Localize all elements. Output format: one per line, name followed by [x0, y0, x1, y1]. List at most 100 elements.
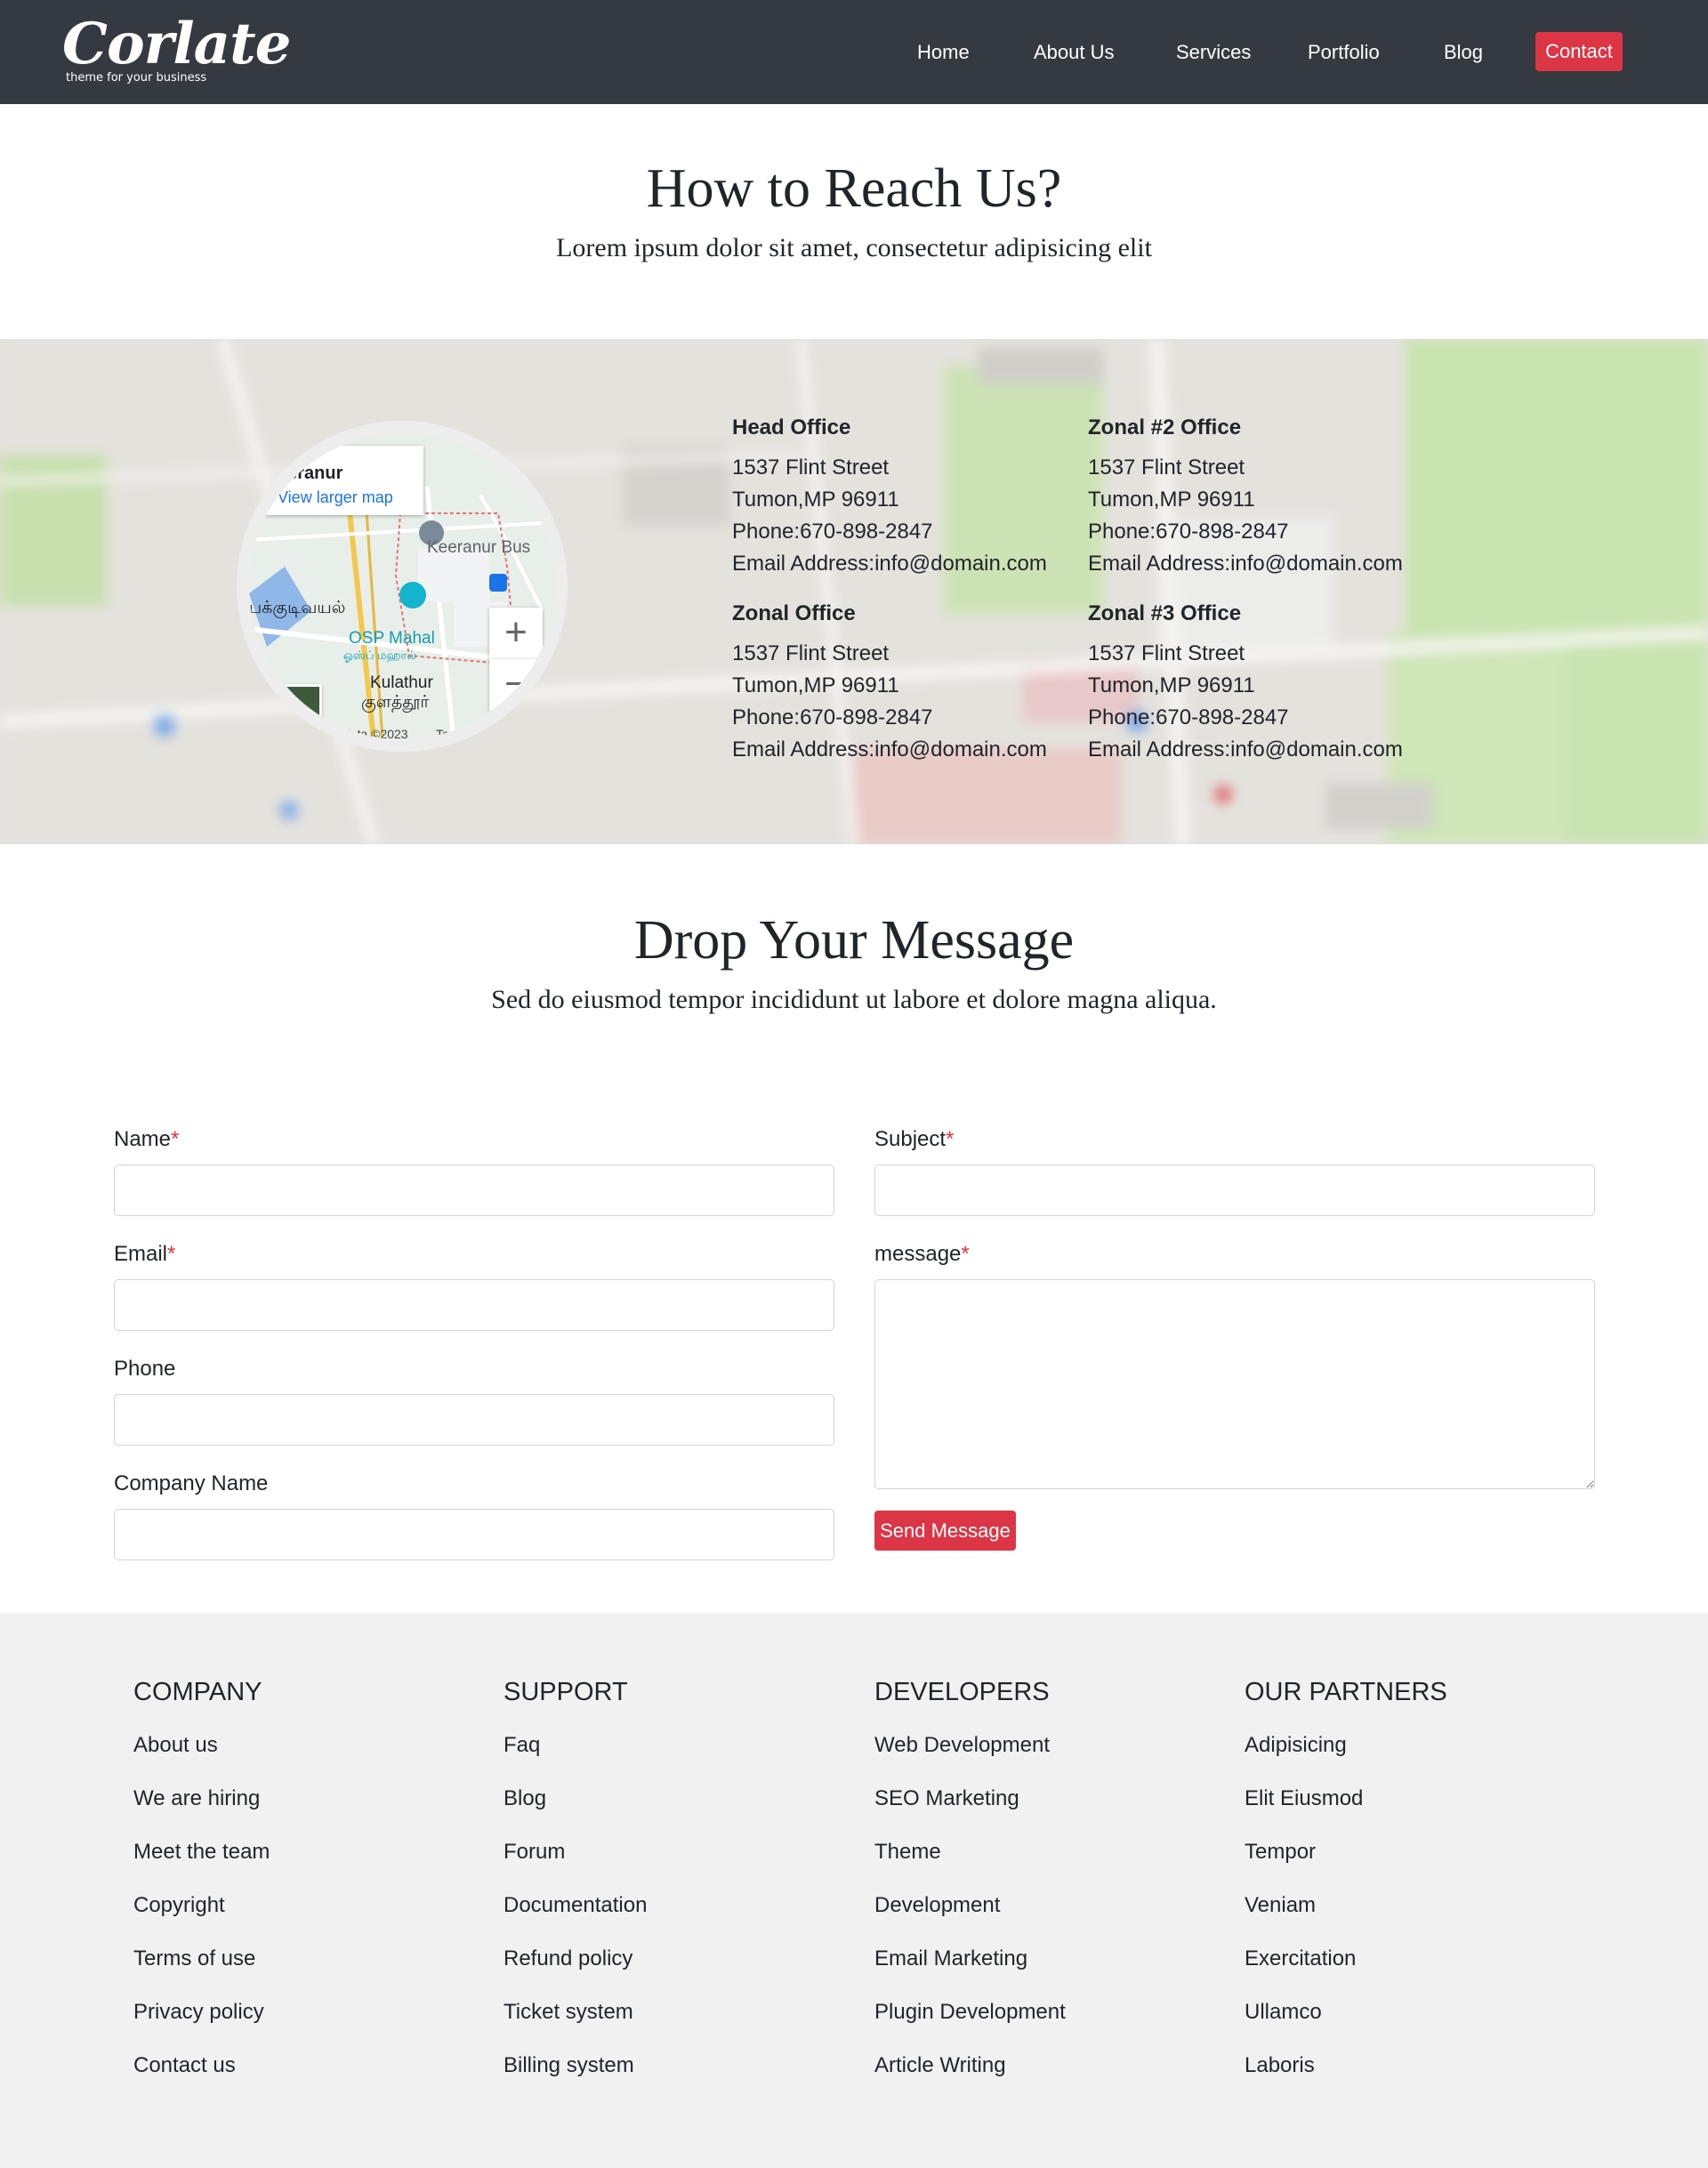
footer-link[interactable]: Ullamco	[1245, 1999, 1322, 2026]
footer-link[interactable]: Exercitation	[1245, 1946, 1356, 1972]
office-zonal3-name: Zonal #3 Office	[1088, 601, 1242, 625]
required-mark: *	[167, 1242, 176, 1266]
map-zoom-in-button[interactable]: +	[489, 608, 543, 659]
office-zonal2-name: Zonal #2 Office	[1088, 415, 1242, 439]
office-zonal3-email: Email Address:info@domain.com	[1088, 737, 1403, 762]
office-zonal-phone: Phone:670-898-2847	[732, 705, 933, 729]
office-zonal2-street: 1537 Flint Street	[1088, 455, 1245, 480]
footer-link[interactable]: Tempor	[1245, 1839, 1316, 1866]
footer-link[interactable]: Adipisicing	[1245, 1732, 1347, 1759]
office-zonal2-email: Email Address:info@domain.com	[1088, 552, 1403, 576]
company-label: Company Name	[114, 1471, 268, 1497]
map-label-osp: OSP Mahal	[349, 629, 435, 648]
phone-label: Phone	[114, 1356, 175, 1382]
office-head-street: 1537 Flint Street	[732, 455, 890, 480]
map-zoom-out-button[interactable]: −	[489, 659, 543, 711]
reach-title: How to Reach Us?	[646, 158, 1062, 219]
subject-label: Subject*	[874, 1126, 954, 1153]
brand-logo[interactable]: Corlate theme for your business	[62, 12, 291, 87]
office-zonal-city: Tumon,MP 96911	[732, 673, 899, 697]
phone-input[interactable]	[114, 1394, 834, 1446]
footer-heading-developers: DEVELOPERS	[874, 1678, 1050, 1706]
company-input[interactable]	[114, 1509, 834, 1560]
footer-link[interactable]: Forum	[504, 1839, 565, 1866]
footer-link[interactable]: Email Marketing	[874, 1946, 1027, 1972]
footer-link[interactable]: Theme	[874, 1839, 941, 1866]
message-subtitle: Sed do eiusmod tempor incididunt ut labo…	[491, 985, 1217, 1014]
embedded-map[interactable]: eeranur View larger map Keeranur Bus பக்…	[237, 421, 568, 752]
map-label-kulathur: Kulathur	[370, 673, 433, 692]
email-label-text: Email	[114, 1242, 168, 1266]
phone-label-text: Phone	[114, 1357, 176, 1381]
office-head-email: Email Address:info@domain.com	[732, 552, 1047, 576]
nav-contact-active[interactable]: Contact	[1535, 32, 1623, 71]
subject-label-text: Subject	[874, 1127, 947, 1151]
message-textarea[interactable]	[874, 1279, 1595, 1489]
view-larger-map-link[interactable]: View larger map	[278, 488, 393, 507]
name-label: Name*	[114, 1126, 179, 1153]
footer-link[interactable]: Privacy policy	[133, 1999, 264, 2026]
footer-link[interactable]: Development	[874, 1892, 1000, 1919]
required-mark: *	[171, 1127, 180, 1151]
office-zonal3-phone: Phone:670-898-2847	[1088, 705, 1289, 729]
footer-heading-company: COMPANY	[133, 1678, 262, 1706]
name-label-text: Name	[114, 1127, 172, 1151]
logo-tagline: theme for your business	[66, 71, 207, 85]
office-head-city: Tumon,MP 96911	[732, 488, 899, 512]
footer-link[interactable]: Meet the team	[133, 1839, 270, 1866]
footer-heading-partners: OUR PARTNERS	[1245, 1678, 1447, 1706]
footer-link[interactable]: Terms of use	[133, 1946, 255, 1972]
message-label: message*	[874, 1241, 970, 1268]
map-satellite-toggle[interactable]	[270, 684, 322, 736]
map-terms-link[interactable]: Terr	[436, 727, 457, 739]
office-zonal3-street: 1537 Flint Street	[1088, 641, 1245, 665]
company-label-text: Company Name	[114, 1471, 269, 1495]
footer-link[interactable]: Plugin Development	[874, 1999, 1066, 2026]
map-place-name: eeranur	[278, 463, 343, 483]
subject-input[interactable]	[874, 1165, 1595, 1216]
office-zonal2-phone: Phone:670-898-2847	[1088, 520, 1289, 544]
nav-about-us[interactable]: About Us	[1034, 41, 1115, 64]
footer-heading-support: SUPPORT	[504, 1678, 628, 1706]
send-message-button[interactable]: Send Message	[874, 1511, 1016, 1551]
office-zonal2-city: Tumon,MP 96911	[1088, 488, 1255, 512]
message-label-text: message	[874, 1242, 962, 1266]
footer-link[interactable]: Billing system	[504, 2052, 634, 2079]
name-input[interactable]	[114, 1165, 834, 1216]
nav-services[interactable]: Services	[1176, 41, 1251, 64]
footer-link[interactable]: Laboris	[1245, 2052, 1315, 2079]
office-zonal-email: Email Address:info@domain.com	[732, 737, 1047, 762]
office-zonal3-city: Tumon,MP 96911	[1088, 673, 1255, 697]
email-input[interactable]	[114, 1279, 834, 1331]
footer: COMPANY About us We are hiring Meet the …	[0, 1613, 1708, 2168]
office-head-name: Head Office	[732, 415, 851, 439]
message-title: Drop Your Message	[633, 910, 1075, 971]
nav-home[interactable]: Home	[917, 41, 970, 64]
map-label-osp-tamil: ஓஸ்ப் மஹால்	[343, 649, 417, 662]
footer-link[interactable]: Faq	[504, 1732, 540, 1759]
footer-link[interactable]: Copyright	[133, 1892, 225, 1919]
required-mark: *	[961, 1242, 970, 1266]
footer-link[interactable]: About us	[133, 1732, 218, 1759]
footer-link[interactable]: Ticket system	[504, 1999, 633, 2026]
footer-link[interactable]: Article Writing	[874, 2052, 1006, 2079]
footer-link[interactable]: SEO Marketing	[874, 1785, 1019, 1812]
map-place-card: eeranur View larger map	[262, 446, 423, 515]
footer-link[interactable]: Documentation	[504, 1892, 647, 1919]
footer-link[interactable]: We are hiring	[133, 1785, 260, 1812]
footer-link[interactable]: Veniam	[1245, 1892, 1316, 1919]
footer-link[interactable]: Elit Eiusmod	[1245, 1785, 1363, 1812]
footer-link[interactable]: Contact us	[133, 2052, 236, 2079]
footer-link[interactable]: Blog	[504, 1785, 546, 1812]
office-zonal-name: Zonal Office	[732, 601, 856, 625]
office-zonal-street: 1537 Flint Street	[732, 641, 890, 665]
map-label-kulathur-tamil: குளத்தூர்	[361, 693, 430, 712]
footer-link[interactable]: Refund policy	[504, 1946, 632, 1972]
navbar: Corlate theme for your business Home Abo…	[0, 0, 1708, 104]
nav-portfolio[interactable]: Portfolio	[1308, 41, 1380, 64]
office-head-phone: Phone:670-898-2847	[732, 520, 933, 544]
required-mark: *	[946, 1127, 955, 1151]
footer-link[interactable]: Web Development	[874, 1732, 1050, 1759]
nav-blog[interactable]: Blog	[1444, 41, 1483, 64]
map-attribution: data ©2023	[343, 727, 408, 741]
